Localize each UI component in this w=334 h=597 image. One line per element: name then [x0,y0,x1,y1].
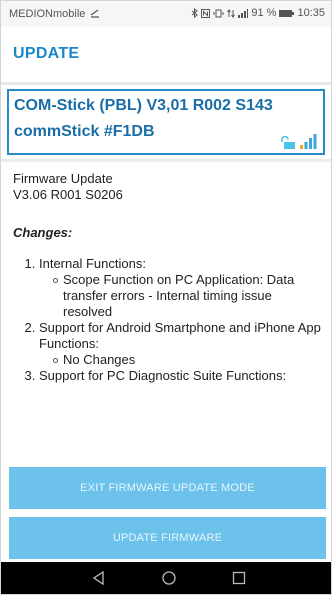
vibrate-icon [213,9,224,17]
app-bar: UPDATE [1,27,331,85]
device-name: COM-Stick (PBL) V3,01 R002 S143 [14,97,273,114]
device-card[interactable]: COM-Stick (PBL) V3,01 R002 S143 commStic… [7,89,325,155]
changes-list: Internal Functions: Scope Function on PC… [13,256,321,384]
signal-bars-icon [300,134,317,149]
list-item: No Changes [53,352,321,368]
page-title: UPDATE [13,45,80,62]
navigation-bar [1,562,331,594]
change-item-label: Support for PC Diagnostic Suite Function… [39,368,287,383]
device-id: commStick #F1DB [14,123,155,140]
status-bar: MEDIONmobile 91 % 10:35 [1,1,331,27]
firmware-details: Firmware Update V3.06 R001 S0206 Changes… [13,171,321,384]
list-item: Support for PC Diagnostic Suite Function… [39,368,321,384]
clock-time: 10:35 [297,7,325,19]
nfc-icon [201,8,211,18]
mobile-data-icon [227,8,236,18]
back-icon[interactable] [91,570,107,586]
changes-heading: Changes: [13,225,73,240]
carrier-label: MEDIONmobile [9,8,86,20]
notification-icon [91,9,100,18]
signal-strength-icon [238,8,249,18]
list-item: Internal Functions: Scope Function on PC… [39,256,321,320]
firmware-label: Firmware Update [13,171,113,186]
divider [1,159,331,162]
exit-firmware-update-button[interactable]: EXIT FIRMWARE UPDATE MODE [9,467,326,509]
change-item-label: Internal Functions: [39,256,146,271]
battery-icon [279,9,295,17]
list-item: Support for Android Smartphone and iPhon… [39,320,321,368]
change-item-label: Support for Android Smartphone and iPhon… [39,320,321,351]
phone-screen: MEDIONmobile 91 % 10:35 UPDATE COM-Stick… [0,0,332,595]
update-firmware-button[interactable]: UPDATE FIRMWARE [9,517,326,559]
unlocked-lock-icon [281,136,295,149]
recent-apps-icon[interactable] [231,570,247,586]
firmware-version: V3.06 R001 S0206 [13,187,123,202]
home-icon[interactable] [161,570,177,586]
list-item: Scope Function on PC Application: Data t… [53,272,321,320]
battery-percent: 91 % [251,7,277,19]
bluetooth-icon [192,8,199,18]
